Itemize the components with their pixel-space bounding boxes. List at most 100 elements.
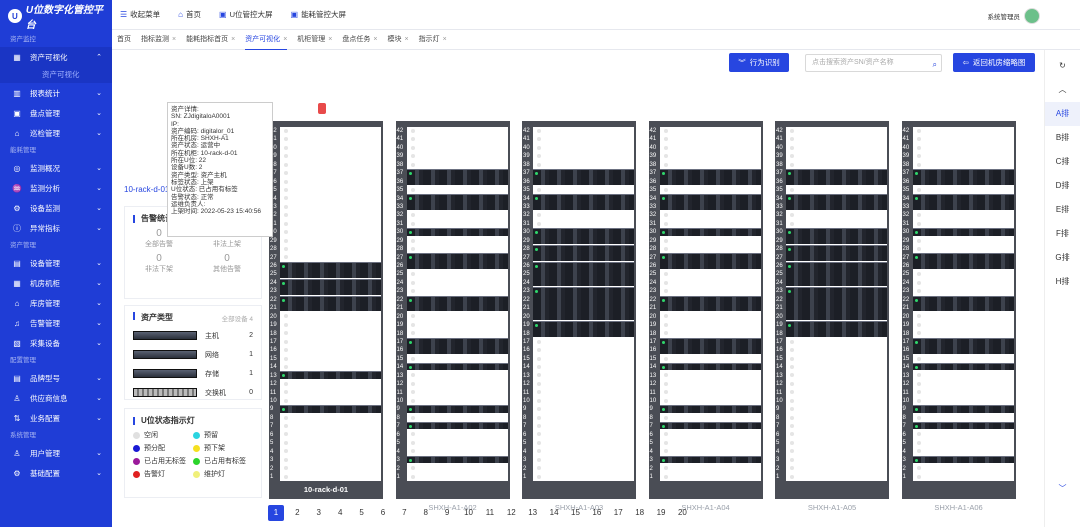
close-icon[interactable]: × <box>404 36 408 43</box>
row-nav-item[interactable]: A排 <box>1045 102 1080 126</box>
rack-device[interactable] <box>533 261 634 287</box>
rack-device[interactable] <box>912 169 1014 185</box>
rack[interactable]: 42 41 40 39 38 37 36 35 34 33 32 31 30 29 28 27 26 25 24 23… <box>395 121 510 517</box>
page-button[interactable]: 5 <box>354 505 370 521</box>
rack-device[interactable] <box>533 194 634 211</box>
asset-all-count[interactable]: 全部设备 4 <box>222 313 253 323</box>
rack[interactable]: 42 41 40 39 38 37 36 35 34 33 32 31 30 29 28 27 26 25 24 23… <box>775 121 889 517</box>
row-nav-item[interactable]: E排 <box>1045 198 1080 222</box>
sidebar-item[interactable]: ▦ 资产可视化 ⌃ <box>0 47 112 67</box>
rack-device[interactable] <box>280 295 381 312</box>
tab-item[interactable]: 指标监测 × <box>141 30 176 50</box>
rack-device[interactable] <box>912 422 1014 430</box>
page-button[interactable]: 17 <box>610 505 626 521</box>
rack-device[interactable] <box>659 405 761 413</box>
close-icon[interactable]: × <box>443 36 447 43</box>
page-button[interactable]: 20 <box>674 505 690 521</box>
page-button[interactable]: 15 <box>567 505 583 521</box>
sidebar-item[interactable]: ▣ 盘点管理 ⌄ <box>0 103 112 123</box>
rack-device[interactable] <box>406 455 508 464</box>
close-icon[interactable]: × <box>373 36 377 43</box>
tab-item[interactable]: 盘点任务 × <box>342 30 377 50</box>
sidebar-item[interactable]: ▧ 采集设备 ⌄ <box>0 333 112 353</box>
rack-device[interactable] <box>280 261 381 278</box>
rack-device[interactable] <box>280 405 381 413</box>
row-nav-item[interactable]: B排 <box>1045 126 1080 150</box>
row-nav-item[interactable]: F排 <box>1045 222 1080 246</box>
asset-type-row[interactable]: 网络 1 <box>125 345 261 364</box>
u-screen-link[interactable]: ▣ U位管控大屏 <box>219 9 272 20</box>
page-button[interactable]: 16 <box>589 505 605 521</box>
sidebar-item[interactable]: ⚙ 基础配置 ⌄ <box>0 463 112 483</box>
page-button[interactable]: 10 <box>461 505 477 521</box>
rack-device[interactable] <box>659 455 761 464</box>
rack-device[interactable] <box>280 371 381 379</box>
rack-device[interactable] <box>659 228 761 236</box>
rack[interactable]: 42 41 40 39 38 37 36 35 34 33 32 31 30 29 28 27 26 25 24 23… <box>901 121 1016 517</box>
rack-device[interactable] <box>912 405 1014 413</box>
rack-device[interactable] <box>786 320 887 337</box>
sidebar-item[interactable]: ⌂ 巡检管理 ⌄ <box>0 123 112 143</box>
asset-type-row[interactable]: 主机 2 <box>125 326 261 345</box>
sidebar-item[interactable]: ♫ 告警管理 ⌄ <box>0 313 112 333</box>
rack-device[interactable] <box>912 228 1014 236</box>
rack-device[interactable] <box>659 295 761 312</box>
page-button[interactable]: 3 <box>311 505 327 521</box>
close-icon[interactable]: × <box>231 36 235 43</box>
page-button[interactable]: 11 <box>482 505 498 521</box>
sidebar-item[interactable]: ♒ 监测分析 ⌄ <box>0 178 112 198</box>
chevron-up-icon[interactable]: ︿ <box>1045 78 1080 102</box>
sidebar-item[interactable]: ▤ 品牌型号 ⌄ <box>0 368 112 388</box>
page-button[interactable]: 1 <box>268 505 284 521</box>
rack-device[interactable] <box>786 287 887 320</box>
page-button[interactable]: 9 <box>439 505 455 521</box>
behavior-recognition-button[interactable]: ︾ 行为识别 <box>729 53 789 72</box>
close-icon[interactable]: × <box>172 36 176 43</box>
tab-item[interactable]: 机柜管理 × <box>297 30 332 50</box>
rack-device[interactable] <box>533 245 634 261</box>
rack-device[interactable] <box>912 194 1014 211</box>
sidebar-item[interactable]: ▥ 报表统计 ⌄ <box>0 83 112 103</box>
rack[interactable]: 42 41 40 39 38 37 36 35 34 33 32 31 30 29 28 27 26 25 24 23… <box>269 121 383 499</box>
home-link[interactable]: ⌂ 首页 <box>178 9 201 20</box>
tab-item[interactable]: 能耗指标首页 × <box>186 30 235 50</box>
sidebar-item[interactable]: ⚙ 设备监测 ⌄ <box>0 198 112 218</box>
rack-device[interactable] <box>280 278 381 295</box>
page-button[interactable]: 2 <box>289 505 305 521</box>
rack-device[interactable] <box>533 320 634 337</box>
rack-device[interactable] <box>912 337 1014 354</box>
row-nav-item[interactable]: G排 <box>1045 246 1080 270</box>
rack-device[interactable] <box>406 405 508 413</box>
rack-device[interactable] <box>406 169 508 185</box>
page-button[interactable]: 18 <box>632 505 648 521</box>
row-nav-item[interactable]: H排 <box>1045 270 1080 294</box>
row-nav-item[interactable]: D排 <box>1045 174 1080 198</box>
rack-device[interactable] <box>406 295 508 312</box>
close-icon[interactable]: × <box>328 36 332 43</box>
rack-device[interactable] <box>912 295 1014 312</box>
rack-device[interactable] <box>659 363 761 371</box>
sidebar-item[interactable]: ⓘ 异常指标 ⌄ <box>0 218 112 238</box>
page-button[interactable]: 12 <box>503 505 519 521</box>
page-button[interactable]: 13 <box>525 505 541 521</box>
tab-item[interactable]: 首页 <box>117 30 131 50</box>
rack[interactable]: 42 41 40 39 38 37 36 35 34 33 32 31 30 29 28 27 26 25 24 23… <box>648 121 763 517</box>
rack-device[interactable] <box>406 194 508 211</box>
page-button[interactable]: 14 <box>546 505 562 521</box>
page-button[interactable]: 8 <box>418 505 434 521</box>
sidebar-item[interactable]: ♙ 用户管理 ⌄ <box>0 443 112 463</box>
page-button[interactable]: 19 <box>653 505 669 521</box>
rack-device[interactable] <box>912 455 1014 464</box>
rack-device[interactable] <box>786 261 887 287</box>
back-to-room-button[interactable]: ⇦ 返回机房缩略图 <box>953 53 1035 72</box>
rack-device[interactable] <box>533 228 634 245</box>
sidebar-item[interactable]: ⇅ 业务配置 ⌄ <box>0 408 112 428</box>
search-icon[interactable]: ⌕ <box>933 57 937 73</box>
rack-device[interactable] <box>406 422 508 430</box>
sidebar-item[interactable]: ◎ 监测概况 ⌄ <box>0 158 112 178</box>
refresh-icon[interactable]: ↻ <box>1045 54 1080 78</box>
rack-device[interactable] <box>786 228 887 245</box>
tab-item[interactable]: 指示灯 × <box>419 30 447 50</box>
sidebar-item[interactable]: ▤ 设备管理 ⌄ <box>0 253 112 273</box>
sidebar-item[interactable]: ▦ 机房机柜 ⌄ <box>0 273 112 293</box>
